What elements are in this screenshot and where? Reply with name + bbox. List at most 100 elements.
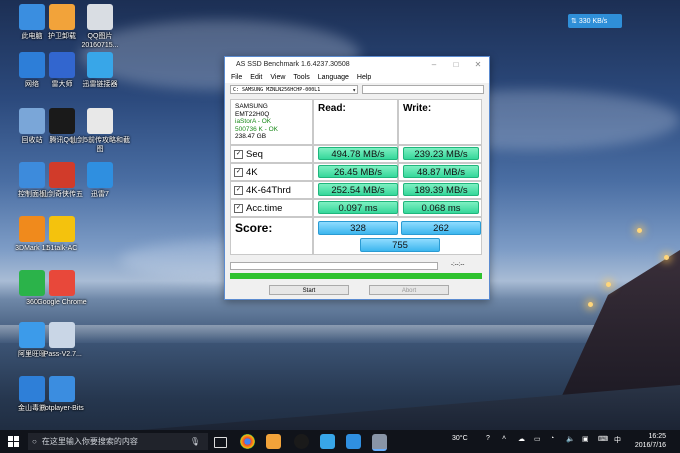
desktop-icon[interactable]: QQ图片20160715... xyxy=(70,4,130,50)
write-value: 48.87 MB/s xyxy=(403,165,479,178)
network-icon: ⇅ xyxy=(571,18,577,25)
start-button[interactable]: Start xyxy=(269,285,349,295)
windows-start-icon[interactable] xyxy=(8,436,19,447)
row-label: 4K-64Thrd xyxy=(246,184,291,196)
progress-bar-test xyxy=(230,262,438,270)
score-total: 755 xyxy=(360,238,440,252)
desktop-icon-label: 迅雷7 xyxy=(91,191,109,198)
clock[interactable]: 16:25 2016/7/16 xyxy=(635,432,666,450)
network-speed: 330 KB/s xyxy=(578,17,608,25)
app-icon xyxy=(49,376,75,402)
app-icon xyxy=(87,108,113,134)
desktop-icon-label: Potplayer-Bits xyxy=(40,405,84,412)
battery-icon[interactable]: ▭ xyxy=(534,435,541,443)
qq-taskbar-icon[interactable] xyxy=(294,434,309,449)
score-label: Score: xyxy=(235,221,273,235)
menu-file[interactable]: File xyxy=(231,74,242,81)
row-label-cell: ✓ 4K-64Thrd xyxy=(230,181,313,199)
menu-edit[interactable]: Edit xyxy=(250,74,262,81)
desktop-icon-label: iPass-V2.7... xyxy=(42,351,82,358)
progress-time: -:--:-- xyxy=(451,262,465,268)
walkway xyxy=(80,385,680,435)
desktop-icon[interactable]: 51talk-AC xyxy=(32,216,92,253)
row-label: 4K xyxy=(246,166,258,178)
read-value: 252.54 MB/s xyxy=(318,183,398,196)
desktop-icon-label: 51talk-AC xyxy=(46,245,78,252)
desktop-icon[interactable]: Potplayer-Bits xyxy=(32,376,92,413)
desktop-icon[interactable]: Google Chrome xyxy=(32,270,92,307)
clock-time: 16:25 xyxy=(648,433,666,440)
score-write: 262 xyxy=(401,221,481,235)
search-placeholder: 在这里输入你要搜索的内容 xyxy=(41,437,138,446)
app-icon xyxy=(49,270,75,296)
app-icon xyxy=(87,162,113,188)
drive-driver: iaStorA - OK xyxy=(235,118,272,125)
abort-button[interactable]: Abort xyxy=(369,285,449,295)
drive-select-value: C: SAMSUNG MZNLN256HCHP-000L1 xyxy=(233,87,321,93)
desktop-icon-label: QQ图片20160715... xyxy=(81,33,119,49)
chevron-up-icon[interactable]: ˄ xyxy=(502,435,506,442)
xunlei-link-taskbar-icon[interactable] xyxy=(320,434,335,449)
minimize-icon[interactable]: – xyxy=(423,60,445,69)
desktop-icon[interactable]: 迅雷链接器 xyxy=(70,52,130,89)
tool-taskbar-icon[interactable] xyxy=(266,434,281,449)
row-label-cell: ✓ Acc.time xyxy=(230,199,313,217)
app-icon xyxy=(49,216,75,242)
wifi-icon[interactable]: ◔ xyxy=(550,435,554,442)
close-icon[interactable]: ✕ xyxy=(467,60,489,69)
menu-bar: File Edit View Tools Language Help xyxy=(225,71,489,83)
desktop-icon-label: 仙剑5前传攻略和截图 xyxy=(70,137,130,153)
desktop-icon-label: 迅雷链接器 xyxy=(82,81,118,88)
test-checkbox[interactable]: ✓ xyxy=(234,203,243,213)
drive-alignment: 500736 K - OK xyxy=(235,125,278,133)
drive-size: 238.47 GB xyxy=(235,133,267,140)
desktop-icon[interactable]: 仙剑5前传攻略和截图 xyxy=(70,108,130,154)
score-read: 328 xyxy=(318,221,398,235)
horizon xyxy=(0,325,680,343)
test-checkbox[interactable]: ✓ xyxy=(234,185,243,195)
app-icon xyxy=(49,322,75,348)
write-value: 0.068 ms xyxy=(403,201,479,214)
row-label-cell: ✓ Seq xyxy=(230,145,313,163)
results-grid: SAMSUNG EMT22H0Q iaStorA - OK 500736 K -… xyxy=(230,99,482,269)
menu-language[interactable]: Language xyxy=(318,74,349,81)
network-speed-widget[interactable]: ⇅ 330 KB/s xyxy=(568,14,622,28)
write-value: 189.39 MB/s xyxy=(403,183,479,196)
maximize-icon[interactable]: □ xyxy=(445,60,467,69)
taskbar: ○ 在这里输入你要搜索的内容 🎙 30°C ? ˄ ☁ ▭ ◔ 🔈 ▣ ⌨ 中 … xyxy=(0,430,680,453)
desktop-icon[interactable]: iPass-V2.7... xyxy=(32,322,92,359)
desktop-icon[interactable]: 迅雷7 xyxy=(70,162,130,199)
write-value: 239.23 MB/s xyxy=(403,147,479,160)
onedrive-icon[interactable]: ☁ xyxy=(518,435,525,443)
app-icon xyxy=(87,52,113,78)
test-checkbox[interactable]: ✓ xyxy=(234,167,243,177)
volume-icon[interactable]: 🔈 xyxy=(566,435,575,443)
language-indicator[interactable]: 中 xyxy=(614,435,621,445)
window-title: AS SSD Benchmark 1.6.4237.30508 xyxy=(236,60,350,68)
microphone-icon[interactable]: 🎙 xyxy=(190,437,200,446)
drive-select[interactable]: C: SAMSUNG MZNLN256HCHP-000L1 ▾ xyxy=(230,85,358,94)
score-label-cell: Score: xyxy=(230,217,313,255)
device-icon[interactable]: ▣ xyxy=(582,435,589,443)
search-box[interactable]: ○ 在这里输入你要搜索的内容 🎙 xyxy=(28,433,208,450)
chevron-down-icon: ▾ xyxy=(352,87,356,94)
test-checkbox[interactable]: ✓ xyxy=(234,149,243,159)
progress-bar-total xyxy=(230,273,482,279)
menu-tools[interactable]: Tools xyxy=(293,74,309,81)
help-icon[interactable]: ? xyxy=(486,435,490,442)
drive-firmware: EMT22H0Q xyxy=(235,110,270,118)
task-view-icon[interactable] xyxy=(214,437,227,448)
input-method-icon[interactable]: ⌨ xyxy=(598,435,608,443)
read-value: 0.097 ms xyxy=(318,201,398,214)
menu-help[interactable]: Help xyxy=(357,74,371,81)
as-ssd-taskbar-icon[interactable] xyxy=(372,434,387,451)
chrome-taskbar-icon[interactable] xyxy=(240,434,255,449)
desktop-icon-label: Google Chrome xyxy=(37,299,87,306)
menu-view[interactable]: View xyxy=(270,74,285,81)
weather-temp[interactable]: 30°C xyxy=(452,435,468,442)
read-value: 494.78 MB/s xyxy=(318,147,398,160)
xunlei-taskbar-icon[interactable] xyxy=(346,434,361,449)
secondary-field[interactable] xyxy=(362,85,484,94)
drive-info: SAMSUNG EMT22H0Q iaStorA - OK 500736 K -… xyxy=(230,99,313,145)
title-bar[interactable]: AS SSD Benchmark 1.6.4237.30508 – □ ✕ xyxy=(225,57,489,71)
